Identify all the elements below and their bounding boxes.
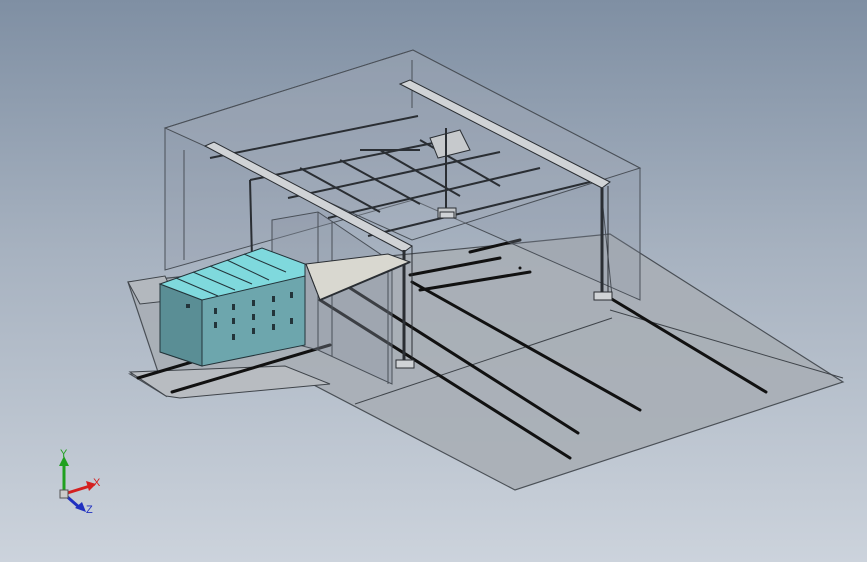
triad-z-label: Z xyxy=(86,504,93,516)
assembly-model-view[interactable]: Y X Z xyxy=(0,0,867,562)
column-base-plate xyxy=(439,211,455,219)
column-base-plate xyxy=(395,359,415,369)
column-base-plate xyxy=(593,291,613,301)
reference-triad[interactable]: Y X Z xyxy=(59,448,101,516)
triad-x-label: X xyxy=(93,477,101,489)
triad-origin xyxy=(59,489,69,499)
triad-y-label: Y xyxy=(60,448,68,460)
cad-graphics-viewport[interactable]: Y X Z xyxy=(0,0,867,562)
